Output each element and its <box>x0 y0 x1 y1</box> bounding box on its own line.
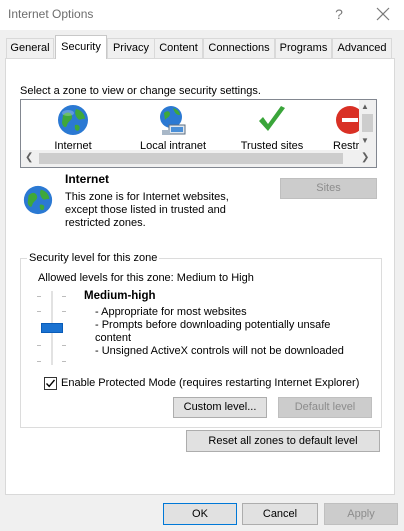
network-icon <box>160 106 186 135</box>
slider-tick <box>37 296 41 297</box>
zone-description: This zone is for Internet websites, exce… <box>65 191 255 230</box>
ok-button[interactable]: OK <box>163 503 237 525</box>
default-level-button[interactable]: Default level <box>278 397 372 418</box>
security-level-line: - Appropriate for most websites <box>95 306 247 318</box>
globe-icon <box>23 185 53 215</box>
tab-programs[interactable]: Programs <box>275 38 332 58</box>
checkmark-icon <box>45 379 56 388</box>
zone-description-line: except those listed in trusted and <box>65 204 226 216</box>
tab-connections[interactable]: Connections <box>203 38 275 58</box>
slider-tick <box>37 311 41 312</box>
window-title: Internet Options <box>8 7 94 21</box>
zone-item-internet[interactable]: Internet <box>28 103 118 152</box>
slider-tick <box>37 361 41 362</box>
zone-description-line: restricted zones. <box>65 217 146 229</box>
zone-list[interactable]: Internet Local intranet Trusted sites Re… <box>20 99 377 168</box>
zone-heading: Internet <box>65 172 110 186</box>
vertical-scrollbar[interactable]: ▲ ▼ <box>359 100 376 150</box>
horizontal-scroll-thumb[interactable] <box>39 153 343 164</box>
security-level-description: - Appropriate for most websites - Prompt… <box>95 306 344 358</box>
restricted-icon <box>336 106 359 134</box>
zone-item-local-intranet[interactable]: Local intranet <box>125 103 221 152</box>
security-level-title: Medium-high <box>84 290 156 302</box>
chevron-down-icon[interactable]: ▼ <box>361 136 369 145</box>
close-button[interactable] <box>368 2 398 26</box>
chevron-left-icon[interactable]: ❮ <box>25 152 33 163</box>
vertical-scroll-thumb[interactable] <box>362 114 373 132</box>
help-button[interactable]: ? <box>326 2 352 26</box>
allowed-levels-text: Allowed levels for this zone: Medium to … <box>38 272 254 284</box>
security-level-legend: Security level for this zone <box>27 252 160 264</box>
cancel-button[interactable]: Cancel <box>242 503 318 525</box>
protected-mode-checkbox[interactable] <box>44 377 57 390</box>
tab-general[interactable]: General <box>6 38 54 58</box>
chevron-up-icon[interactable]: ▲ <box>361 102 369 111</box>
zone-description-line: This zone is for Internet websites, <box>65 191 229 203</box>
globe-icon <box>58 105 88 135</box>
slider-tick <box>37 345 41 346</box>
tab-content[interactable]: Content <box>154 38 203 58</box>
apply-button[interactable]: Apply <box>324 503 398 525</box>
reset-all-zones-button[interactable]: Reset all zones to default level <box>186 430 380 452</box>
slider-tick <box>62 296 66 297</box>
security-slider-thumb[interactable] <box>41 323 63 333</box>
security-level-line: - Prompts before downloading potentially… <box>95 319 331 331</box>
horizontal-scrollbar[interactable]: ❮ ❯ <box>21 150 376 167</box>
zone-prompt: Select a zone to view or change security… <box>20 85 261 97</box>
slider-tick <box>62 345 66 346</box>
tab-advanced[interactable]: Advanced <box>332 38 392 58</box>
close-icon <box>376 7 390 21</box>
zone-item-restricted[interactable]: Restr <box>317 103 359 152</box>
chevron-right-icon[interactable]: ❯ <box>361 152 369 163</box>
custom-level-button[interactable]: Custom level... <box>173 397 267 418</box>
zone-item-trusted-sites[interactable]: Trusted sites <box>227 103 317 152</box>
tab-security[interactable]: Security <box>55 35 107 59</box>
slider-tick <box>62 311 66 312</box>
protected-mode-label[interactable]: Enable Protected Mode (requires restarti… <box>61 377 359 389</box>
slider-tick <box>62 361 66 362</box>
sites-button[interactable]: Sites <box>280 178 377 199</box>
security-level-line: content <box>95 332 132 344</box>
security-level-line: - Unsigned ActiveX controls will not be … <box>95 345 344 357</box>
checkmark-icon <box>259 106 285 131</box>
tab-privacy[interactable]: Privacy <box>107 38 155 58</box>
